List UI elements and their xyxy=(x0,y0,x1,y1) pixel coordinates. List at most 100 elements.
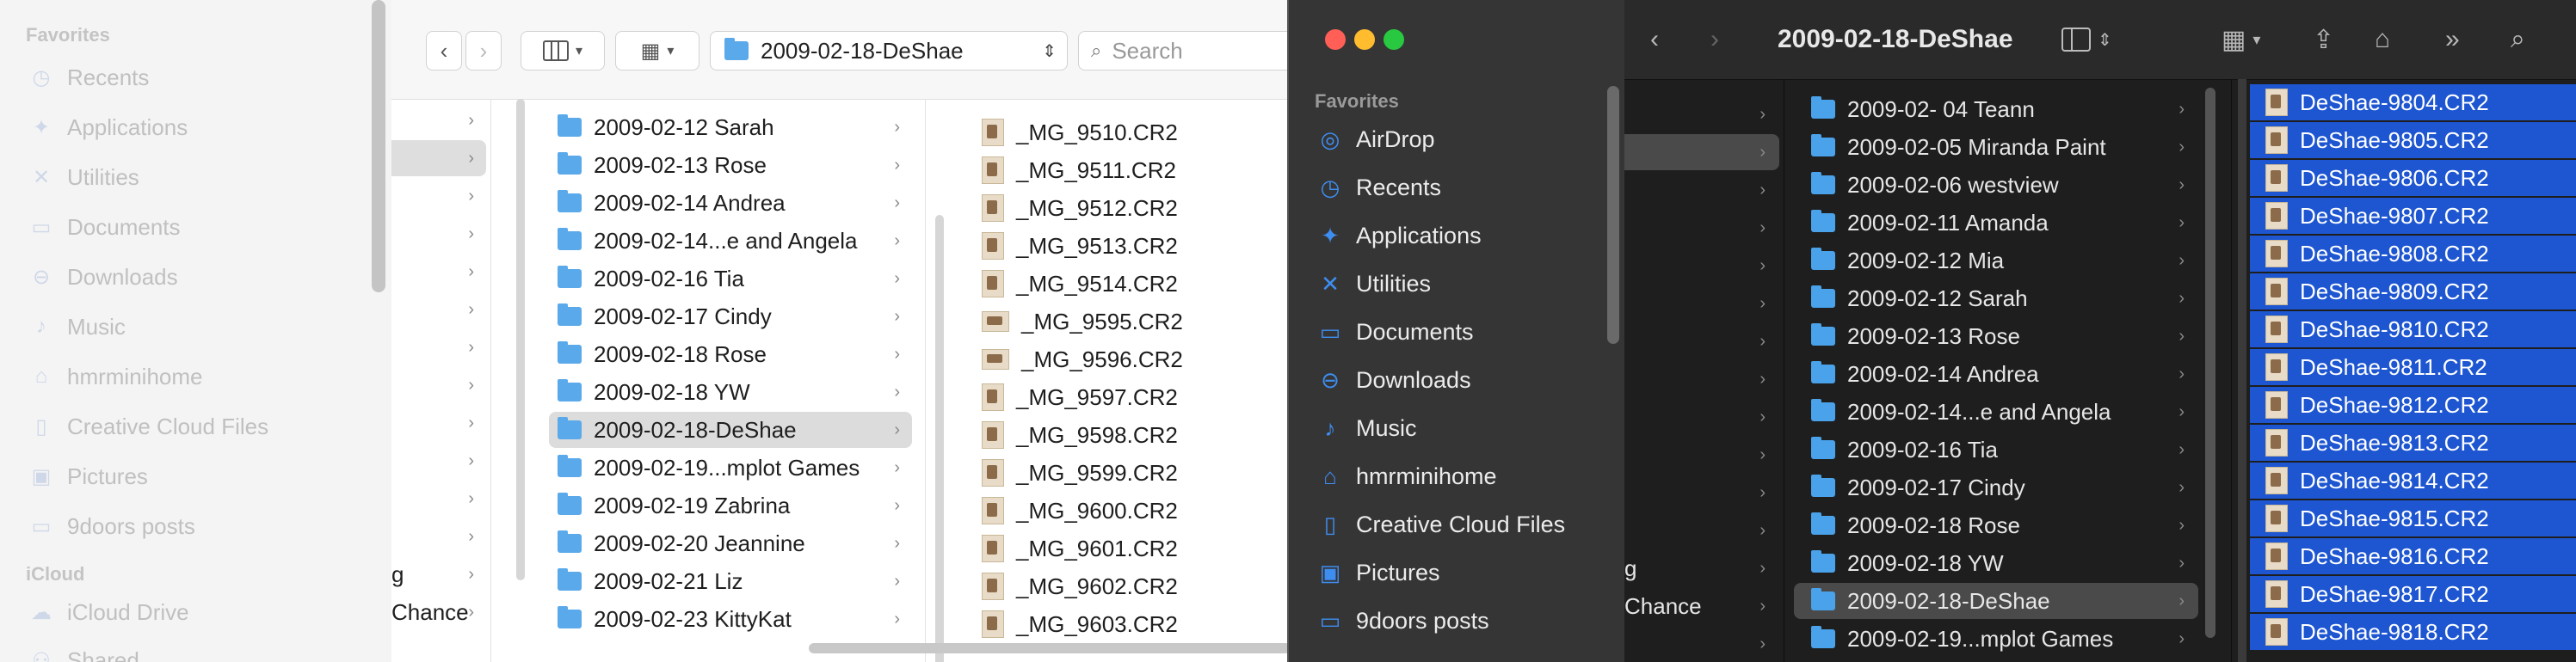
file-row-selected[interactable]: DeShae-9817.CR2 xyxy=(2250,576,2576,612)
folder-row[interactable]: 2009-02-16 Tia › xyxy=(1794,432,2198,468)
list-item[interactable]: › xyxy=(1624,248,1779,284)
tag-button[interactable]: ⌂ xyxy=(2375,19,2390,60)
list-item[interactable]: › xyxy=(1624,626,1779,662)
sidebar-item-hmrminihome[interactable]: ⌂ hmrminihome xyxy=(26,358,203,395)
sidebar-item-documents[interactable]: ▭ Documents xyxy=(26,208,181,246)
list-item[interactable]: › xyxy=(1624,172,1779,208)
folder-row[interactable]: 2009-02-18 Rose › xyxy=(1794,507,2198,543)
folder-row[interactable]: 2009-02-13 Rose › xyxy=(549,147,912,183)
folder-row[interactable]: 2009-02-11 Amanda › xyxy=(1794,205,2198,241)
file-row[interactable]: _MG_9595.CR2 xyxy=(982,303,1274,340)
path-popup[interactable]: 2009-02-18-DeShae ⇕ xyxy=(710,31,1068,70)
sidebar-item-downloads[interactable]: ⊖ Downloads xyxy=(1315,361,1470,399)
file-row[interactable]: _MG_9603.CR2 xyxy=(982,606,1274,642)
back-button[interactable]: ‹ xyxy=(426,31,462,70)
file-row[interactable]: _MG_9511.CR2 xyxy=(982,152,1274,188)
folder-row[interactable]: 2009-02-20 Jeannine › xyxy=(549,525,912,561)
sidebar-item-9doors-posts[interactable]: ▭ 9doors posts xyxy=(1315,602,1489,640)
folder-row[interactable]: 2009-02-17 Cindy › xyxy=(1794,469,2198,506)
sidebar-item-hmrminihome[interactable]: ⌂ hmrminihome xyxy=(1315,457,1496,495)
group-button[interactable]: ▦ ▾ xyxy=(2222,19,2260,60)
list-item[interactable]: › xyxy=(1624,285,1779,322)
share-button[interactable]: ⇪ xyxy=(2313,19,2334,60)
folder-row[interactable]: 2009-02-19...mplot Games › xyxy=(549,450,912,486)
list-item[interactable]: › g xyxy=(391,556,486,592)
folder-row[interactable]: 2009-02-12 Sarah › xyxy=(549,109,912,145)
sidebar-item-music[interactable]: ♪ Music xyxy=(1315,409,1417,447)
folder-row[interactable]: 2009-02-14...e and Angela › xyxy=(1794,394,2198,430)
list-item[interactable]: › g xyxy=(1624,550,1779,586)
folder-row[interactable]: 2009-02-12 Mia › xyxy=(1794,242,2198,279)
folder-row[interactable]: 2009-02-14 Andrea › xyxy=(549,185,912,221)
file-row[interactable]: _MG_9596.CR2 xyxy=(982,341,1274,377)
folder-row[interactable]: 2009-02-18-DeShae › xyxy=(549,412,912,448)
sidebar-scrollbar[interactable] xyxy=(372,0,385,292)
file-row[interactable]: _MG_9600.CR2 xyxy=(982,493,1274,529)
sidebar-item-recents[interactable]: ◷ Recents xyxy=(1315,169,1441,206)
sidebar-item-downloads[interactable]: ⊖ Downloads xyxy=(26,258,178,296)
list-item[interactable]: › xyxy=(391,140,486,176)
file-row-selected[interactable]: DeShae-9812.CR2 xyxy=(2250,387,2576,423)
list-item[interactable]: › xyxy=(391,405,486,441)
folder-row[interactable]: 2009-02-21 Liz › xyxy=(549,563,912,599)
column-scrollbar[interactable] xyxy=(2205,88,2215,638)
list-item[interactable]: › xyxy=(1624,96,1779,132)
sidebar-item-utilities[interactable]: ✕ Utilities xyxy=(1315,265,1431,303)
forward-button[interactable]: › xyxy=(1710,19,1719,60)
search-field[interactable]: ⌕ Search xyxy=(1078,31,1291,70)
forward-button[interactable]: › xyxy=(465,31,502,70)
file-row[interactable]: _MG_9599.CR2 xyxy=(982,455,1274,491)
list-item[interactable]: › xyxy=(391,329,486,365)
list-item[interactable]: › Chance xyxy=(391,594,486,630)
file-row[interactable]: _MG_9512.CR2 xyxy=(982,190,1274,226)
folder-row[interactable]: 2009-02-19 Zabrina › xyxy=(549,487,912,524)
list-item[interactable]: › xyxy=(391,254,486,290)
sidebar-item-shared[interactable]: ⚇ Shared xyxy=(26,641,139,662)
sidebar-item-applications[interactable]: ✦ Applications xyxy=(26,108,188,146)
back-button[interactable]: ‹ xyxy=(1650,19,1659,60)
folder-row[interactable]: 2009-02- 04 Teann › xyxy=(1794,91,2198,127)
file-row[interactable]: _MG_9510.CR2 xyxy=(982,114,1274,150)
sidebar-item-creative-cloud-files[interactable]: ▯ Creative Cloud Files xyxy=(26,408,268,445)
column-scrollbar[interactable] xyxy=(516,99,525,580)
list-item[interactable]: › xyxy=(1624,323,1779,359)
file-row-selected[interactable]: DeShae-9804.CR2 xyxy=(2250,84,2576,120)
sidebar-item-documents[interactable]: ▭ Documents xyxy=(1315,313,1474,351)
close-button[interactable] xyxy=(1325,29,1346,50)
folder-row[interactable]: 2009-02-23 KittyKat › xyxy=(549,601,912,637)
list-item[interactable]: › xyxy=(391,443,486,479)
file-row-selected[interactable]: DeShae-9807.CR2 xyxy=(2250,198,2576,234)
list-item[interactable]: › xyxy=(391,367,486,403)
list-item[interactable]: › xyxy=(1624,361,1779,397)
file-row-selected[interactable]: DeShae-9818.CR2 xyxy=(2250,614,2576,650)
sidebar-item-pictures[interactable]: ▣ Pictures xyxy=(26,457,148,495)
sidebar-item-airdrop[interactable]: ◎ AirDrop xyxy=(1315,120,1435,158)
folder-row[interactable]: 2009-02-16 Tia › xyxy=(549,261,912,297)
file-row-selected[interactable]: DeShae-9815.CR2 xyxy=(2250,500,2576,536)
list-item[interactable]: › xyxy=(391,518,486,555)
sidebar-scrollbar[interactable] xyxy=(1607,86,1619,344)
sidebar-item-icloud-drive[interactable]: ☁ iCloud Drive xyxy=(26,593,189,631)
file-row[interactable]: _MG_9513.CR2 xyxy=(982,228,1274,264)
file-row-selected[interactable]: DeShae-9810.CR2 xyxy=(2250,311,2576,347)
sidebar-item-music[interactable]: ♪ Music xyxy=(26,308,126,346)
folder-row[interactable]: 2009-02-13 Rose › xyxy=(1794,318,2198,354)
horizontal-scrollbar[interactable] xyxy=(809,643,1291,653)
file-row-selected[interactable]: DeShae-9814.CR2 xyxy=(2250,463,2576,499)
file-row-selected[interactable]: DeShae-9808.CR2 xyxy=(2250,236,2576,272)
list-item[interactable]: › xyxy=(391,291,486,328)
sidebar-item-recents[interactable]: ◷ Recents xyxy=(26,58,150,96)
folder-row[interactable]: 2009-02-17 Cindy › xyxy=(549,298,912,334)
file-row-selected[interactable]: DeShae-9806.CR2 xyxy=(2250,160,2576,196)
list-item[interactable]: › xyxy=(1624,437,1779,473)
file-row-selected[interactable]: DeShae-9805.CR2 xyxy=(2250,122,2576,158)
sidebar-item-applications[interactable]: ✦ Applications xyxy=(1315,217,1482,254)
zoom-button[interactable] xyxy=(1384,29,1404,50)
list-item[interactable]: › xyxy=(1624,399,1779,435)
column-scrollbar[interactable] xyxy=(2238,79,2246,662)
folder-row[interactable]: 2009-02-14...e and Angela › xyxy=(549,223,912,259)
list-item[interactable]: › xyxy=(391,102,486,138)
list-item[interactable]: › xyxy=(1624,512,1779,549)
more-button[interactable]: » xyxy=(2445,19,2460,60)
list-item[interactable]: › xyxy=(1624,134,1779,170)
